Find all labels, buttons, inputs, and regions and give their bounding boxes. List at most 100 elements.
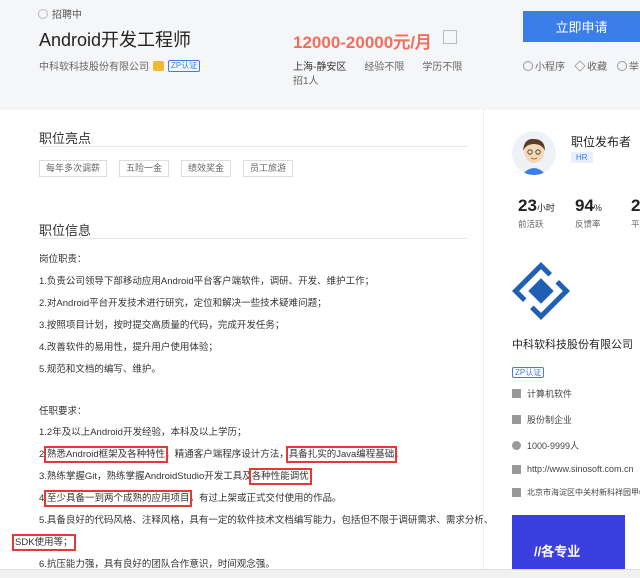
headcount: 招1人: [293, 76, 319, 87]
stat-average: 2平: [631, 196, 640, 230]
stat-unit: 小时: [536, 203, 555, 213]
company-link[interactable]: 中科软科技股份有限公司: [39, 58, 149, 73]
stat-active: 23小时前活跃: [518, 196, 555, 230]
recruiting-status: 招聘中: [38, 6, 82, 21]
promo-banner[interactable]: //各专业: [512, 515, 625, 577]
report-icon: [617, 61, 627, 71]
requirement-item: 1.2年及以上Android开发经验，本科及以上学历；: [39, 427, 247, 438]
stat-label: 反馈率: [575, 219, 601, 229]
report-label: 举: [629, 62, 639, 73]
address-row: 北京市海淀区中关村新科祥园甲6: [512, 487, 640, 498]
industry-icon: [512, 389, 521, 398]
stat-value: 2: [631, 196, 640, 215]
mini-program-button[interactable]: 小程序: [523, 58, 565, 73]
requirement-item: 2.熟悉Android框架及各种特性，精通客户端程序设计方法，具备扎实的Java…: [39, 446, 404, 463]
education: 学历不限: [422, 62, 463, 73]
recruiter-title: 职位发布者: [571, 135, 632, 149]
experience: 经验不限: [364, 62, 405, 73]
divider: [39, 238, 467, 239]
location: 上海-静安区: [293, 62, 347, 73]
requirement-item: 5.具备良好的代码风格、注释风格，具有一定的软件技术文档编写能力，包括但不限于调…: [39, 515, 494, 526]
verify-badge: ZP认证: [168, 59, 201, 72]
stat-value: 23: [518, 196, 537, 215]
industry-text: 计算机软件: [527, 389, 573, 399]
status-icon: [38, 8, 48, 19]
favorite-label: 收藏: [587, 62, 607, 73]
requirements-title: 任职要求：: [39, 406, 87, 417]
type-row: 股份制企业: [512, 413, 572, 426]
avatar-icon: [512, 131, 556, 175]
req-text: 4.: [39, 493, 47, 504]
requirement-item: 3.熟练掌握Git，熟练掌握AndroidStudio开发工具及各种性能调优；: [39, 468, 319, 485]
location-icon: [512, 488, 521, 497]
stat-label: 前活跃: [518, 219, 544, 229]
highlighted-text: 熟悉Android框架及各种特性: [43, 446, 169, 463]
company-type-icon: [512, 415, 521, 424]
tag: 绩效奖金: [181, 160, 232, 177]
highlight-tags: 每年多次调薪 五险一金 绩效奖金 员工旅游: [39, 160, 294, 177]
report-button[interactable]: 举: [617, 58, 639, 73]
mini-program-icon: [523, 61, 533, 71]
requirement-item-continued: SDK使用等；: [12, 534, 76, 551]
vip-crown-icon: [153, 60, 164, 71]
company-logo[interactable]: [512, 262, 570, 320]
people-icon: [512, 441, 521, 450]
req-text: ，精通客户端程序设计方法，: [165, 449, 289, 460]
sinosoft-logo-icon: [512, 262, 570, 320]
highlighted-text: 各种性能调优: [248, 468, 312, 485]
req-text: 2.: [39, 449, 47, 460]
link-icon: [512, 464, 521, 474]
duty-item: 4.改善软件的易用性，提升用户使用体验；: [39, 342, 218, 353]
tag: 员工旅游: [243, 160, 294, 177]
stat-unit: %: [593, 203, 602, 213]
highlighted-text: 具备扎实的Java编程基础: [285, 446, 398, 463]
qr-code-icon[interactable]: [443, 30, 457, 44]
verify-badge: ZP认证: [512, 367, 545, 378]
divider: [39, 146, 467, 147]
duty-item: 2.对Android平台开发技术进行研究，定位和解决一些技术疑难问题；: [39, 298, 327, 309]
company-name[interactable]: 中科软科技股份有限公司: [512, 336, 633, 352]
tag: 五险一金: [119, 160, 170, 177]
highlighted-text: SDK使用等；: [12, 534, 76, 551]
duty-item: 1.负责公司领导下部移动应用Android平台客户端软件，调研、开发、维护工作；: [39, 276, 375, 287]
star-icon: [574, 60, 586, 72]
industry-row: 计算机软件: [512, 387, 572, 400]
job-title: Android开发工程师: [39, 30, 192, 50]
apply-button[interactable]: 立即申请: [523, 11, 640, 42]
type-text: 股份制企业: [527, 415, 573, 425]
column-divider: [483, 110, 484, 577]
hr-badge: HR: [571, 152, 593, 163]
req-text: ，有过上架或正式交付使用的作品。: [189, 493, 342, 504]
duties-title: 岗位职责：: [39, 254, 87, 265]
address-text: 北京市海淀区中关村新科祥园甲6: [527, 488, 640, 497]
req-text: ；: [308, 471, 319, 482]
website-link[interactable]: http://www.sinosoft.com.cn: [527, 464, 634, 474]
stat-feedback: 94% 反馈率: [575, 196, 602, 230]
req-text: ；: [394, 449, 404, 460]
duty-item: 5.规范和文档的编写、维护。: [39, 364, 161, 375]
size-text: 1000-9999人: [527, 441, 580, 451]
action-bar: 小程序 收藏 举: [523, 58, 639, 73]
website-row: http://www.sinosoft.com.cn: [512, 464, 634, 474]
highlights-title: 职位亮点: [39, 131, 92, 146]
duty-item: 3.按照项目计划，按时提交高质量的代码，完成开发任务；: [39, 320, 285, 331]
stat-label: 平: [631, 219, 640, 229]
favorite-button[interactable]: 收藏: [574, 58, 607, 73]
status-text: 招聘中: [52, 10, 82, 21]
stat-value: 94: [575, 196, 594, 215]
highlighted-text: 至少具备一到两个成熟的应用项目: [43, 490, 193, 507]
requirement-item: 4.至少具备一到两个成熟的应用项目，有过上架或正式交付使用的作品。: [39, 490, 342, 507]
company-line: 中科软科技股份有限公司 ZP认证: [39, 58, 201, 73]
req-text: 3.熟练掌握Git，熟练掌握AndroidStudio开发工具及: [39, 471, 252, 482]
company-badge: ZP认证: [512, 362, 545, 380]
job-info-title: 职位信息: [39, 223, 92, 238]
requirement-item: 6.抗压能力强，具有良好的团队合作意识，时间观念强。: [39, 559, 275, 570]
mini-program-label: 小程序: [535, 62, 565, 73]
size-row: 1000-9999人: [512, 439, 579, 452]
banner-text: //各专业: [534, 544, 581, 559]
tag: 每年多次调薪: [39, 160, 108, 177]
job-header: 招聘中 Android开发工程师 12000-20000元/月 中科软科技股份有…: [0, 0, 640, 110]
job-meta: 上海-静安区 经验不限 学历不限: [293, 58, 462, 73]
recruiter-avatar[interactable]: [512, 131, 556, 175]
salary: 12000-20000元/月: [293, 33, 432, 52]
